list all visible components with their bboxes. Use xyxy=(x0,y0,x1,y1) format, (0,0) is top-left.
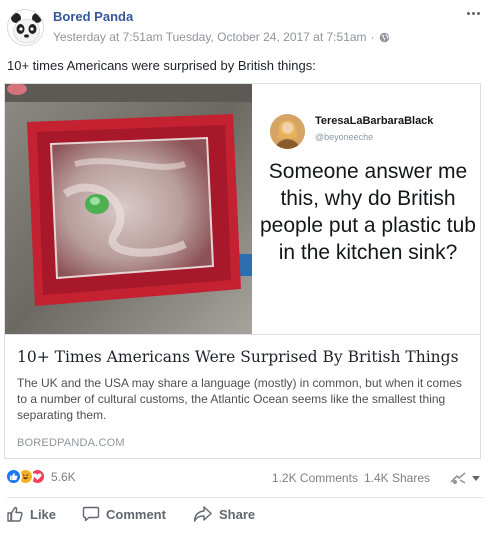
divider xyxy=(7,497,483,498)
like-label: Like xyxy=(30,506,57,522)
post-meta: Yesterday at 7:51am Tuesday, October 24,… xyxy=(53,30,390,44)
link-card-description: The UK and the USA may share a language … xyxy=(17,376,462,422)
page-avatar[interactable] xyxy=(7,9,44,46)
post-text: 10+ times Americans were surprised by Br… xyxy=(7,58,316,73)
share-button[interactable]: Share xyxy=(193,505,255,523)
chevron-down-icon[interactable] xyxy=(472,476,480,481)
share-icon xyxy=(193,506,212,522)
panda-logo xyxy=(8,10,43,45)
tweet-screenshot: TeresaLaBarbaraBlack @beyoneeche Someone… xyxy=(252,84,480,334)
globe-icon[interactable] xyxy=(379,32,390,43)
comment-button[interactable]: Comment xyxy=(82,505,166,523)
like-button[interactable]: Like xyxy=(6,505,56,523)
link-card-title[interactable]: 10+ Times Americans Were Surprised By Br… xyxy=(17,348,459,366)
audience-icon[interactable] xyxy=(449,470,473,486)
link-card-domain: BOREDPANDA.COM xyxy=(17,437,125,449)
share-label: Share xyxy=(219,506,256,522)
tweet-avatar xyxy=(270,114,305,149)
facebook-post: Bored Panda Yesterday at 7:51am Tuesday,… xyxy=(0,0,493,535)
shares-count[interactable]: 1.4K Shares xyxy=(364,471,430,485)
comment-label: Comment xyxy=(106,506,166,522)
sink-tub-photo xyxy=(5,84,252,334)
tweet-author-handle: @beyoneeche xyxy=(315,132,374,142)
post-action-bar: Like Comment Share xyxy=(0,505,493,533)
more-icon[interactable] xyxy=(463,6,483,20)
comments-count[interactable]: 1.2K Comments xyxy=(272,471,358,485)
link-card-info[interactable]: 10+ Times Americans Were Surprised By Br… xyxy=(5,334,480,458)
like-icon xyxy=(7,506,23,522)
comment-icon xyxy=(82,506,100,522)
link-preview-card[interactable]: TeresaLaBarbaraBlack @beyoneeche Someone… xyxy=(4,83,481,459)
like-reaction-icon xyxy=(5,468,22,485)
reactions-summary[interactable]: 5.6K xyxy=(5,468,76,485)
tweet-text: Someone answer me this, why do British p… xyxy=(260,160,476,264)
tweet-author-name: TeresaLaBarbaraBlack xyxy=(315,115,434,127)
engagement-counts: 1.2K Comments 1.4K Shares xyxy=(272,471,430,485)
meta-separator: · xyxy=(370,30,375,44)
page-name-link[interactable]: Bored Panda xyxy=(53,9,133,24)
reactions-count[interactable]: 5.6K xyxy=(51,470,76,484)
post-timestamp[interactable]: Yesterday at 7:51am Tuesday, October 24,… xyxy=(53,30,367,44)
